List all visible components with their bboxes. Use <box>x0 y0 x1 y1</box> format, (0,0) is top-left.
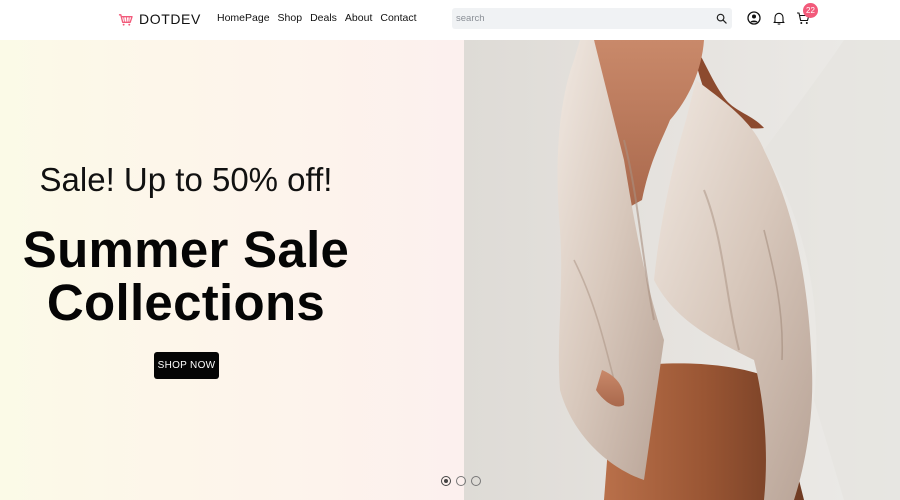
search-icon[interactable] <box>716 13 727 24</box>
carousel-dot-2[interactable] <box>456 476 466 486</box>
bell-icon[interactable] <box>772 11 786 25</box>
hero-subtitle: Sale! Up to 50% off! <box>39 161 333 198</box>
nav-link-contact[interactable]: Contact <box>380 12 416 24</box>
carousel-dot-1[interactable] <box>441 476 451 486</box>
user-circle-icon[interactable] <box>747 11 761 25</box>
nav-link-homepage[interactable]: HomePage <box>217 12 270 24</box>
shop-now-button[interactable]: SHOP NOW <box>154 352 219 379</box>
search-bar <box>452 8 732 29</box>
hero-text-panel: Sale! Up to 50% off! Summer Sale Collect… <box>0 40 464 500</box>
main-nav: HomePage Shop Deals About Contact <box>217 12 417 24</box>
navbar: DOTDEV HomePage Shop Deals About Contact… <box>0 0 900 40</box>
shopping-basket-icon <box>118 13 133 26</box>
hero-title: Summer Sale Collections <box>0 223 372 329</box>
search-input[interactable] <box>452 8 702 29</box>
logo[interactable]: DOTDEV <box>118 9 201 29</box>
carousel-dot-3[interactable] <box>471 476 481 486</box>
hero-image <box>464 40 900 500</box>
nav-link-deals[interactable]: Deals <box>310 12 337 24</box>
hero-title-line-1: Summer Sale <box>22 221 350 278</box>
brand-name: DOTDEV <box>139 11 201 27</box>
hero-carousel: Sale! Up to 50% off! Summer Sale Collect… <box>0 40 900 500</box>
nav-link-shop[interactable]: Shop <box>278 12 303 24</box>
nav-link-about[interactable]: About <box>345 12 372 24</box>
carousel-pagination <box>441 476 481 486</box>
woman-in-linen-shirt-photo <box>557 40 900 500</box>
cart-count-badge: 22 <box>803 3 818 18</box>
hero-title-line-2: Collections <box>46 274 326 331</box>
